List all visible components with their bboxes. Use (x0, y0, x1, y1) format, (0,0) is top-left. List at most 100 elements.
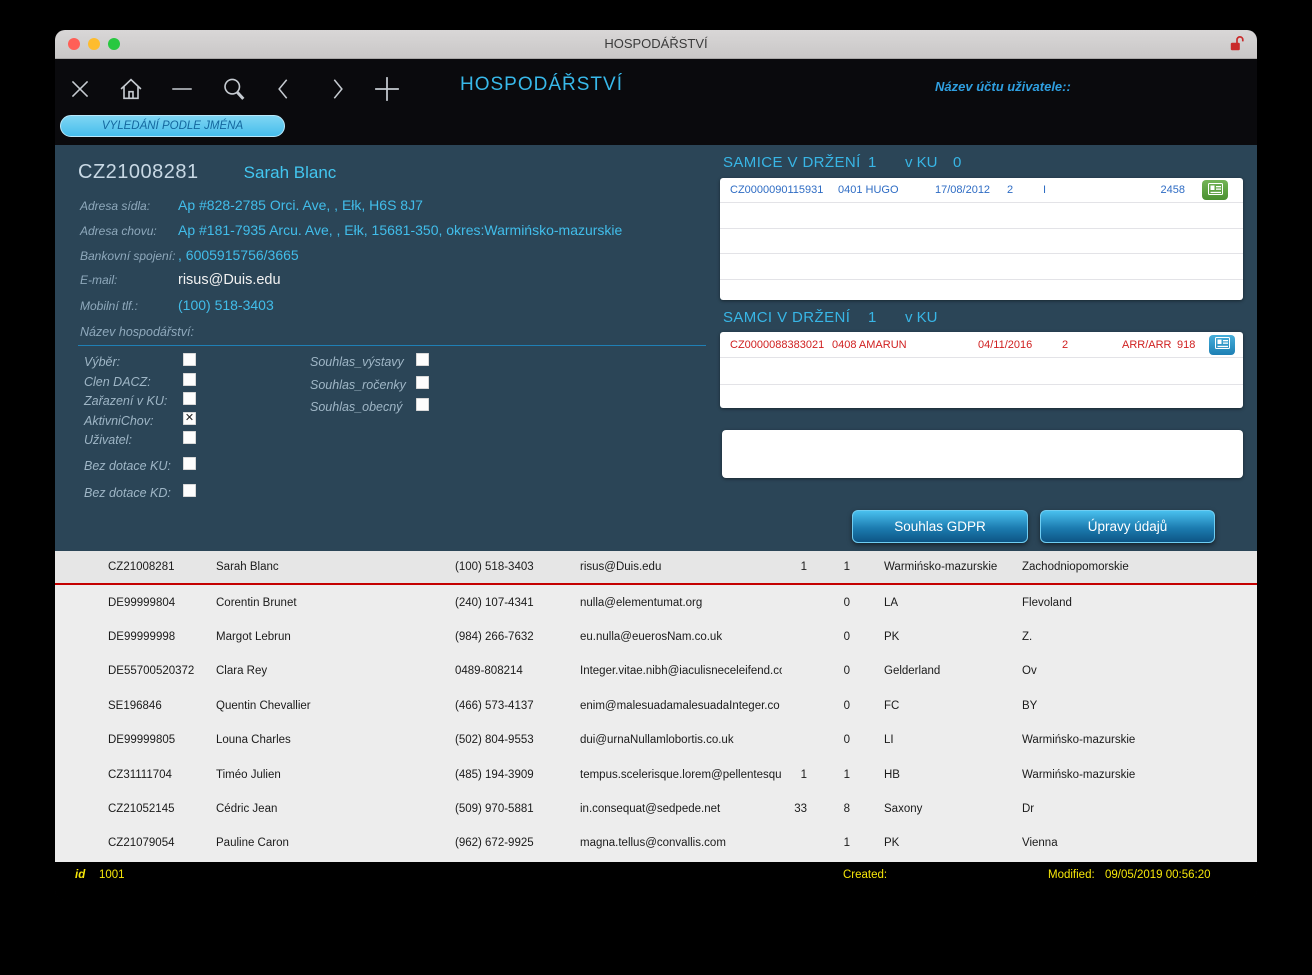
checkbox-row: AktivniChov: ✕ (84, 412, 274, 432)
unlock-icon (1230, 36, 1244, 57)
checkbox[interactable] (416, 353, 429, 366)
checkbox[interactable] (416, 398, 429, 411)
table-row[interactable]: SE196846Quentin Chevallier(466) 573-4137… (55, 689, 1257, 723)
separator-line (78, 345, 706, 346)
table-row[interactable]: CZ31111704Timéo Julien(485) 194-3909temp… (55, 757, 1257, 791)
record-name[interactable]: Sarah Blanc (244, 163, 337, 183)
portal-row[interactable]: CZ00000901159310401 HUGO17/08/20122I2458 (720, 178, 1243, 203)
edit-data-button[interactable]: Úpravy údajů (1040, 510, 1215, 543)
checkbox[interactable]: ✕ (183, 412, 196, 425)
portal-cell: CZ0000090115931 (730, 184, 823, 196)
records-list: CZ21008281Sarah Blanc(100) 518-3403risus… (55, 551, 1257, 862)
portal-cell: 918 (1177, 339, 1195, 351)
field-row: Mobilní tlf.:(100) 518-3403 (80, 297, 720, 315)
table-cell: eu.nulla@euerosNam.co.uk (580, 631, 782, 643)
next-record-button[interactable] (322, 75, 352, 105)
checkbox-label: Bez dotace KU: (84, 459, 171, 473)
open-detail-card-button[interactable] (1202, 180, 1228, 200)
checkbox[interactable] (416, 376, 429, 389)
field-value[interactable]: risus@Duis.edu (178, 272, 281, 288)
table-cell: FC (850, 700, 1022, 712)
page-title: HOSPODÁŘSTVÍ (460, 74, 623, 96)
table-row[interactable]: DE99999805Louna Charles(502) 804-9553dui… (55, 723, 1257, 757)
females-ku-count: 0 (953, 154, 961, 171)
females-count: 1 (868, 154, 876, 171)
chevron-left-icon (271, 75, 297, 106)
table-cell: Zachodniopomorskie (1022, 561, 1257, 573)
portal-cell: 2458 (1161, 184, 1185, 196)
table-row[interactable]: CZ21052145Cédric Jean(509) 970-5881in.co… (55, 792, 1257, 826)
notes-field[interactable] (722, 430, 1243, 478)
portal-row[interactable]: CZ00000883830210408 AMARUN04/11/20162ARR… (720, 332, 1243, 358)
checkbox[interactable] (183, 457, 196, 470)
new-record-button[interactable] (372, 75, 402, 105)
checkbox[interactable] (183, 392, 196, 405)
table-cell: nulla@elementumat.org (580, 597, 782, 609)
checkbox-label: Souhlas_obecný (310, 400, 402, 414)
checkbox-row: Souhlas_ročenky (310, 376, 510, 399)
field-row: Adresa sídla:Ap #828-2785 Orci. Ave, , E… (80, 197, 720, 215)
checkbox[interactable] (183, 353, 196, 366)
home-button[interactable] (116, 75, 146, 105)
table-cell: Sarah Blanc (216, 561, 455, 573)
table-cell: (100) 518-3403 (455, 561, 580, 573)
find-by-name-button[interactable]: VYLEDÁNÍ PODLE JMÉNA (60, 115, 285, 137)
table-cell: LI (850, 734, 1022, 746)
field-value[interactable]: Ap #181-7935 Arcu. Ave, , Ełk, 15681-350… (178, 222, 622, 238)
checkbox-label: AktivniChov: (84, 414, 153, 428)
table-cell: 1 (782, 769, 807, 781)
males-portal: CZ00000883830210408 AMARUN04/11/20162ARR… (720, 332, 1243, 408)
checkbox[interactable] (183, 484, 196, 497)
modified-value: 09/05/2019 00:56:20 (1105, 869, 1211, 881)
checkbox-row: Zařazení v KU: (84, 392, 274, 412)
table-cell: Z. (1022, 631, 1257, 643)
portal-cell: 2 (1007, 184, 1013, 196)
checkbox[interactable] (183, 431, 196, 444)
field-value[interactable]: (100) 518-3403 (178, 297, 274, 313)
table-cell: 33 (782, 803, 807, 815)
checkbox-label: Bez dotace KD: (84, 486, 171, 500)
table-cell: Warmińsko-mazurskie (1022, 769, 1257, 781)
table-cell: 0 (807, 700, 850, 712)
field-value[interactable]: Ap #828-2785 Orci. Ave, , Ełk, H6S 8J7 (178, 197, 423, 213)
table-row[interactable]: DE55700520372Clara Rey0489-808214Integer… (55, 654, 1257, 688)
field-value[interactable]: , 6005915756/3665 (178, 247, 299, 263)
table-cell: 1 (807, 561, 850, 573)
males-portal-title: SAMCI V DRŽENÍ (723, 309, 850, 326)
app-window: HOSPODÁŘSTVÍ HOSPODÁŘSTVÍ (55, 30, 1257, 900)
table-cell: Ov (1022, 665, 1257, 677)
table-cell: DE99999805 (108, 734, 216, 746)
checkbox[interactable] (183, 373, 196, 386)
checkbox-row: Uživatel: (84, 431, 274, 451)
table-row[interactable]: DE99999804Corentin Brunet(240) 107-4341n… (55, 585, 1257, 619)
record-id[interactable]: CZ21008281 (78, 161, 199, 184)
field-label: Mobilní tlf.: (80, 299, 178, 313)
females-portal: CZ00000901159310401 HUGO17/08/20122I2458 (720, 178, 1243, 300)
table-cell: (984) 266-7632 (455, 631, 580, 643)
close-record-button[interactable] (65, 75, 95, 105)
gdpr-consent-button[interactable]: Souhlas GDPR (852, 510, 1028, 543)
checkbox-label: Souhlas_výstavy (310, 355, 404, 369)
table-cell: dui@urnaNullamlobortis.co.uk (580, 734, 782, 746)
checkbox-label: Souhlas_ročenky (310, 378, 406, 392)
table-cell: (502) 804-9553 (455, 734, 580, 746)
table-row[interactable]: CZ21079054Pauline Caron(962) 672-9925mag… (55, 826, 1257, 860)
table-cell: 1 (807, 769, 850, 781)
field-label: E-mail: (80, 273, 178, 287)
checkbox-label: Uživatel: (84, 433, 132, 447)
open-detail-card-button[interactable] (1209, 335, 1235, 355)
field-label: Adresa chovu: (80, 224, 178, 238)
portal-empty-row (720, 203, 1243, 228)
table-cell: Pauline Caron (216, 837, 455, 849)
checkbox-label: Zařazení v KU: (84, 394, 167, 408)
table-row-active[interactable]: CZ21008281Sarah Blanc(100) 518-3403risus… (55, 551, 1257, 585)
males-ku-label: v KU (905, 309, 938, 326)
table-row[interactable]: DE99999998Margot Lebrun(984) 266-7632eu.… (55, 620, 1257, 654)
id-label: id (75, 869, 85, 881)
minus-button[interactable] (167, 75, 197, 105)
checkbox-row: Souhlas_obecný (310, 398, 510, 421)
previous-record-button[interactable] (269, 75, 299, 105)
table-cell: Integer.vitae.nibh@iaculisneceleifend.co (580, 665, 782, 677)
search-button[interactable] (219, 75, 249, 105)
id-card-icon (1208, 183, 1223, 198)
